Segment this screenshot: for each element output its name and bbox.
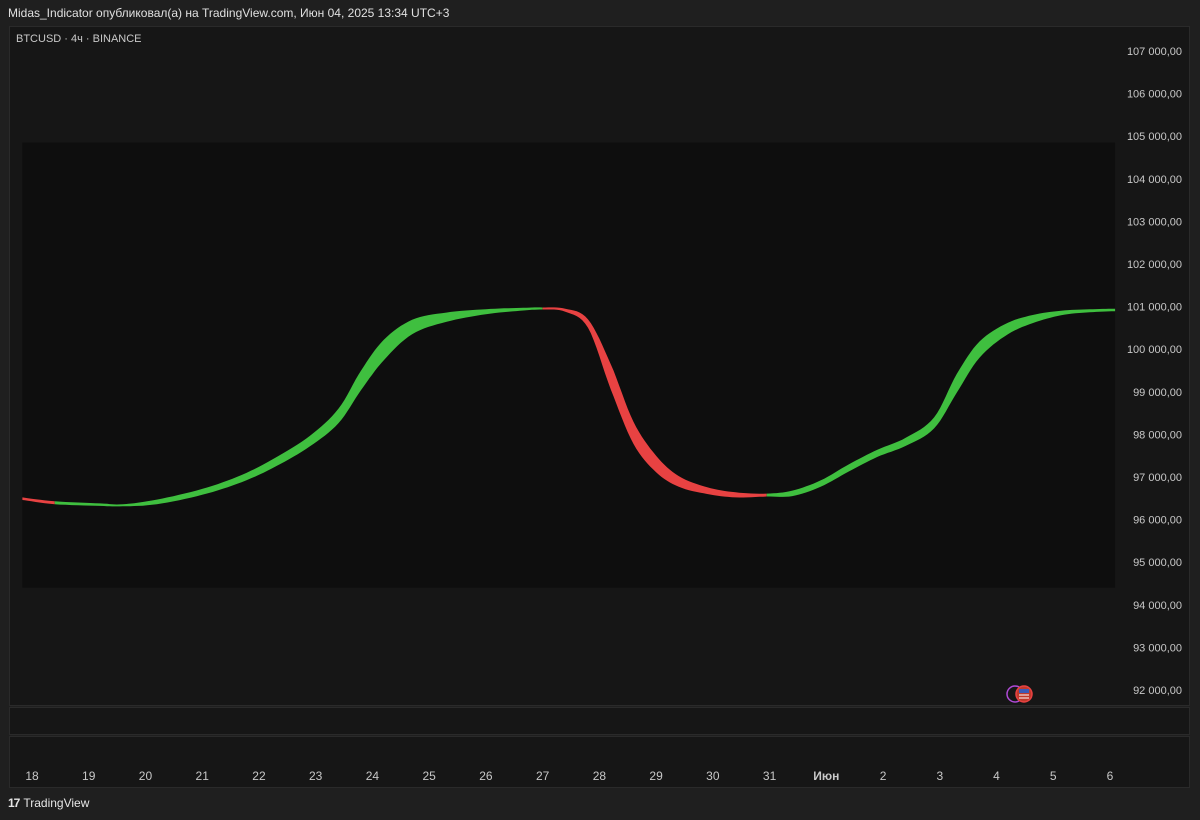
x-tick-label: 27 xyxy=(536,769,550,783)
y-tick-label: 93 000,00 xyxy=(1133,642,1182,654)
x-tick-label: 5 xyxy=(1050,769,1057,783)
x-tick-label: 19 xyxy=(82,769,96,783)
y-tick-label: 106 000,00 xyxy=(1127,89,1182,101)
y-tick-label: 101 000,00 xyxy=(1127,302,1182,314)
x-tick-label: 20 xyxy=(139,769,153,783)
x-tick-label: 18 xyxy=(25,769,39,783)
x-tick-label: 26 xyxy=(479,769,493,783)
x-tick-label: 4 xyxy=(993,769,1000,783)
y-tick-label: 102 000,00 xyxy=(1127,259,1182,271)
brand-name: TradingView xyxy=(23,796,90,810)
indicator-plot-background xyxy=(22,142,1116,588)
y-tick-label: 100 000,00 xyxy=(1127,344,1182,356)
y-tick-label: 98 000,00 xyxy=(1133,429,1182,441)
y-tick-label: 92 000,00 xyxy=(1133,685,1182,697)
x-tick-label: 2 xyxy=(880,769,887,783)
x-tick-label: 28 xyxy=(593,769,607,783)
symbol-label[interactable]: BTCUSD · 4ч · BINANCE xyxy=(16,33,142,45)
y-tick-label: 94 000,00 xyxy=(1133,600,1182,612)
x-tick-label: 6 xyxy=(1107,769,1114,783)
y-tick-label: 107 000,00 xyxy=(1127,46,1182,58)
x-tick-label: 25 xyxy=(422,769,436,783)
x-tick-label: 3 xyxy=(936,769,943,783)
tradingview-brand[interactable]: 17 TradingView xyxy=(8,796,89,810)
y-tick-label: 95 000,00 xyxy=(1133,557,1182,569)
us-flag-icon[interactable] xyxy=(1015,685,1033,703)
y-tick-label: 103 000,00 xyxy=(1127,216,1182,228)
y-tick-label: 97 000,00 xyxy=(1133,472,1182,484)
x-tick-label: 22 xyxy=(252,769,266,783)
x-tick-label: 21 xyxy=(196,769,210,783)
x-tick-label: Июн xyxy=(813,769,839,783)
time-scale-labels: 18 19 20 21 22 23 24 25 26 27 28 29 30 31 Июн 2 3 4 5 6 xyxy=(25,769,1113,783)
x-tick-label: 29 xyxy=(649,769,663,783)
y-tick-label: 99 000,00 xyxy=(1133,387,1182,399)
event-markers[interactable] xyxy=(1006,685,1033,703)
y-tick-label: 104 000,00 xyxy=(1127,174,1182,186)
flag-canton-icon xyxy=(1019,689,1029,693)
tradingview-logo-icon: 17 xyxy=(8,796,20,810)
y-tick-label: 96 000,00 xyxy=(1133,515,1182,527)
x-tick-label: 24 xyxy=(366,769,380,783)
x-tick-label: 31 xyxy=(763,769,777,783)
x-tick-label: 30 xyxy=(706,769,720,783)
x-tick-label: 23 xyxy=(309,769,323,783)
price-chart[interactable]: 107 000,00 106 000,00 105 000,00 104 000,00… xyxy=(0,0,1200,820)
y-tick-label: 105 000,00 xyxy=(1127,131,1182,143)
price-scale[interactable]: 107 000,00 106 000,00 105 000,00 104 000,00… xyxy=(1127,46,1182,697)
